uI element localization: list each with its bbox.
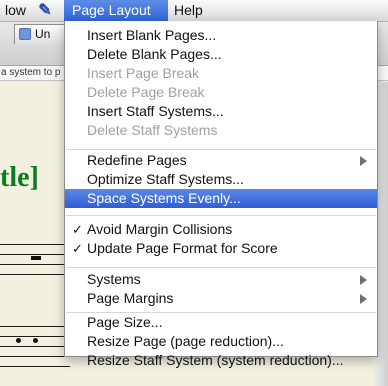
menu-item-label: Optimize Staff Systems... xyxy=(87,171,244,187)
staff-line xyxy=(0,244,70,245)
menu-separator xyxy=(66,149,376,150)
menu-item-label: Insert Staff Systems... xyxy=(87,103,224,119)
staff-line xyxy=(0,264,70,265)
rest-mark xyxy=(31,256,41,260)
menu-item-label: Space Systems Evenly... xyxy=(87,190,241,206)
menu-separator xyxy=(66,215,376,216)
menu-item-label: Redefine Pages xyxy=(87,152,187,168)
menu-item-label: Page Size... xyxy=(87,314,163,330)
menu-item-label: Delete Staff Systems xyxy=(87,122,218,138)
staff-line xyxy=(0,254,70,255)
menu-item-insert-page-break: Insert Page Break xyxy=(65,64,377,83)
staff-line xyxy=(0,366,70,367)
menu-separator xyxy=(66,267,376,268)
document-icon xyxy=(19,28,31,40)
menu-item-redefine-pages[interactable]: Redefine Pages xyxy=(65,151,377,170)
menu-item-avoid-margin-collisions[interactable]: ✓ Avoid Margin Collisions xyxy=(65,220,377,239)
staff-line xyxy=(0,346,70,347)
menu-item-delete-blank-pages[interactable]: Delete Blank Pages... xyxy=(65,45,377,64)
note-dot xyxy=(16,338,21,343)
menu-item-page-size[interactable]: Page Size... xyxy=(65,313,377,332)
screen: Un a system to p tle] low ✎ Page Layout … xyxy=(0,0,388,386)
menu-help[interactable]: Help xyxy=(166,0,214,21)
menu-item-resize-page[interactable]: Resize Page (page reduction)... xyxy=(65,332,377,351)
menu-page-layout[interactable]: Page Layout xyxy=(64,0,168,21)
menu-item-label: Avoid Margin Collisions xyxy=(87,221,233,237)
staff-line xyxy=(0,336,70,337)
menu-window[interactable]: low xyxy=(0,0,31,21)
menu-item-label: Update Page Format for Score xyxy=(87,240,278,256)
menu-item-label: Resize Staff System (system reduction)..… xyxy=(87,352,344,368)
menu-item-label: Resize Page (page reduction)... xyxy=(87,333,284,349)
hint-text: a system to p xyxy=(1,67,61,78)
script-icon[interactable]: ✎ xyxy=(34,2,56,20)
menu-item-systems[interactable]: Systems xyxy=(65,270,377,289)
menu-bar: low ✎ Page Layout Help xyxy=(0,0,388,22)
menu-item-delete-staff-systems: Delete Staff Systems xyxy=(65,121,377,140)
menu-item-label: Page Margins xyxy=(87,290,174,306)
check-icon: ✓ xyxy=(72,222,83,237)
staff-line xyxy=(0,356,70,357)
submenu-arrow-icon xyxy=(360,275,367,285)
menu-item-label: Insert Blank Pages... xyxy=(87,27,217,43)
menu-item-page-margins[interactable]: Page Margins xyxy=(65,289,377,308)
menu-item-insert-staff-systems[interactable]: Insert Staff Systems... xyxy=(65,102,377,121)
note-dot xyxy=(33,338,38,343)
menu-item-label: Systems xyxy=(87,271,141,287)
menu-item-resize-staff-system[interactable]: Resize Staff System (system reduction)..… xyxy=(65,351,377,370)
staff-line xyxy=(0,274,70,275)
page-layout-menu: Insert Blank Pages... Delete Blank Pages… xyxy=(64,21,378,368)
document-tab[interactable]: Un xyxy=(14,24,68,44)
menu-item-label: Insert Page Break xyxy=(87,65,200,81)
submenu-arrow-icon xyxy=(360,156,367,166)
menu-item-optimize-staff-systems[interactable]: Optimize Staff Systems... xyxy=(65,170,377,189)
check-icon: ✓ xyxy=(72,241,83,256)
menu-item-label: Delete Page Break xyxy=(87,84,205,100)
menu-item-label: Delete Blank Pages... xyxy=(87,46,222,62)
menu-item-space-systems-evenly[interactable]: Space Systems Evenly... xyxy=(65,189,377,208)
document-tab-label: Un xyxy=(35,27,51,41)
score-title-fragment: tle] xyxy=(0,162,39,193)
menu-item-delete-page-break: Delete Page Break xyxy=(65,83,377,102)
submenu-arrow-icon xyxy=(360,294,367,304)
staff-line xyxy=(0,326,70,327)
menu-item-update-page-format[interactable]: ✓ Update Page Format for Score xyxy=(65,239,377,258)
menu-item-insert-blank-pages[interactable]: Insert Blank Pages... xyxy=(65,26,377,45)
